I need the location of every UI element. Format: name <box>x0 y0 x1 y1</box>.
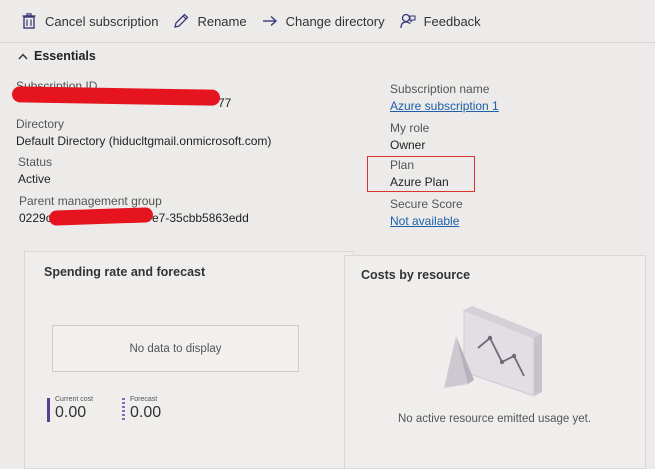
secure-score-label: Secure Score <box>390 197 463 211</box>
cancel-subscription-label: Cancel subscription <box>45 13 159 29</box>
plan-label: Plan <box>390 158 415 172</box>
essentials-label: Essentials <box>34 49 96 63</box>
directory-value: Default Directory (hiducltgmail.onmicros… <box>16 134 272 148</box>
my-role-value: Owner <box>390 138 426 152</box>
parent-group-visible-end: e7-35cbb5863edd <box>152 211 249 225</box>
forecast-label: Forecast <box>130 396 158 403</box>
costs-empty-message: No active resource emitted usage yet. <box>398 413 592 425</box>
secure-score-link[interactable]: Not available <box>390 213 463 230</box>
command-bar: Cancel subscription Rename Change direct… <box>0 0 655 43</box>
current-cost-label: Current cost <box>55 396 94 403</box>
feedback-icon <box>399 12 417 30</box>
my-role-field: My role Owner <box>390 120 429 154</box>
status-value: Active <box>18 172 51 186</box>
current-cost-indicator <box>47 398 50 422</box>
essentials-toggle[interactable]: Essentials <box>18 49 96 63</box>
change-directory-button[interactable]: Change directory <box>261 0 385 42</box>
plan-field: Plan Azure Plan <box>390 157 449 191</box>
my-role-label: My role <box>390 121 430 135</box>
costs-card-title: Costs by resource <box>361 268 471 282</box>
spending-card-title: Spending rate and forecast <box>44 265 206 279</box>
subscription-name-field: Subscription name Azure subscription 1 <box>390 81 499 115</box>
secure-score-field: Secure Score Not available <box>390 196 463 230</box>
forecast-indicator <box>122 398 125 422</box>
trash-icon <box>20 12 38 30</box>
pencil-icon <box>172 12 190 30</box>
current-cost-value: 0.00 <box>55 404 87 421</box>
rename-label: Rename <box>197 13 247 29</box>
directory-label: Directory <box>16 117 65 131</box>
plan-value: Azure Plan <box>390 175 449 189</box>
forecast-value: 0.00 <box>130 404 162 421</box>
no-data-box: No data to display <box>52 325 299 372</box>
chevron-up-icon <box>18 49 28 63</box>
forecast-metric: Forecast 0.00 <box>122 396 192 426</box>
status-field: Status Active <box>18 154 52 188</box>
redaction-mark <box>11 86 221 106</box>
empty-chart-illustration-icon <box>444 306 542 397</box>
directory-field: Directory Default Directory (hiducltgmai… <box>16 116 271 150</box>
arrow-right-icon <box>261 12 279 30</box>
no-data-text: No data to display <box>129 342 222 355</box>
feedback-label: Feedback <box>423 13 481 29</box>
rename-button[interactable]: Rename <box>172 0 247 42</box>
status-label: Status <box>18 155 53 169</box>
cancel-subscription-button[interactable]: Cancel subscription <box>20 0 158 42</box>
change-directory-label: Change directory <box>285 13 385 29</box>
subscription-id-visible-end: 77 <box>218 96 232 110</box>
feedback-button[interactable]: Feedback <box>399 0 481 42</box>
current-cost-metric: Current cost 0.00 <box>47 396 117 426</box>
subscription-name-link[interactable]: Azure subscription 1 <box>390 98 499 115</box>
subscription-name-label: Subscription name <box>390 82 490 96</box>
